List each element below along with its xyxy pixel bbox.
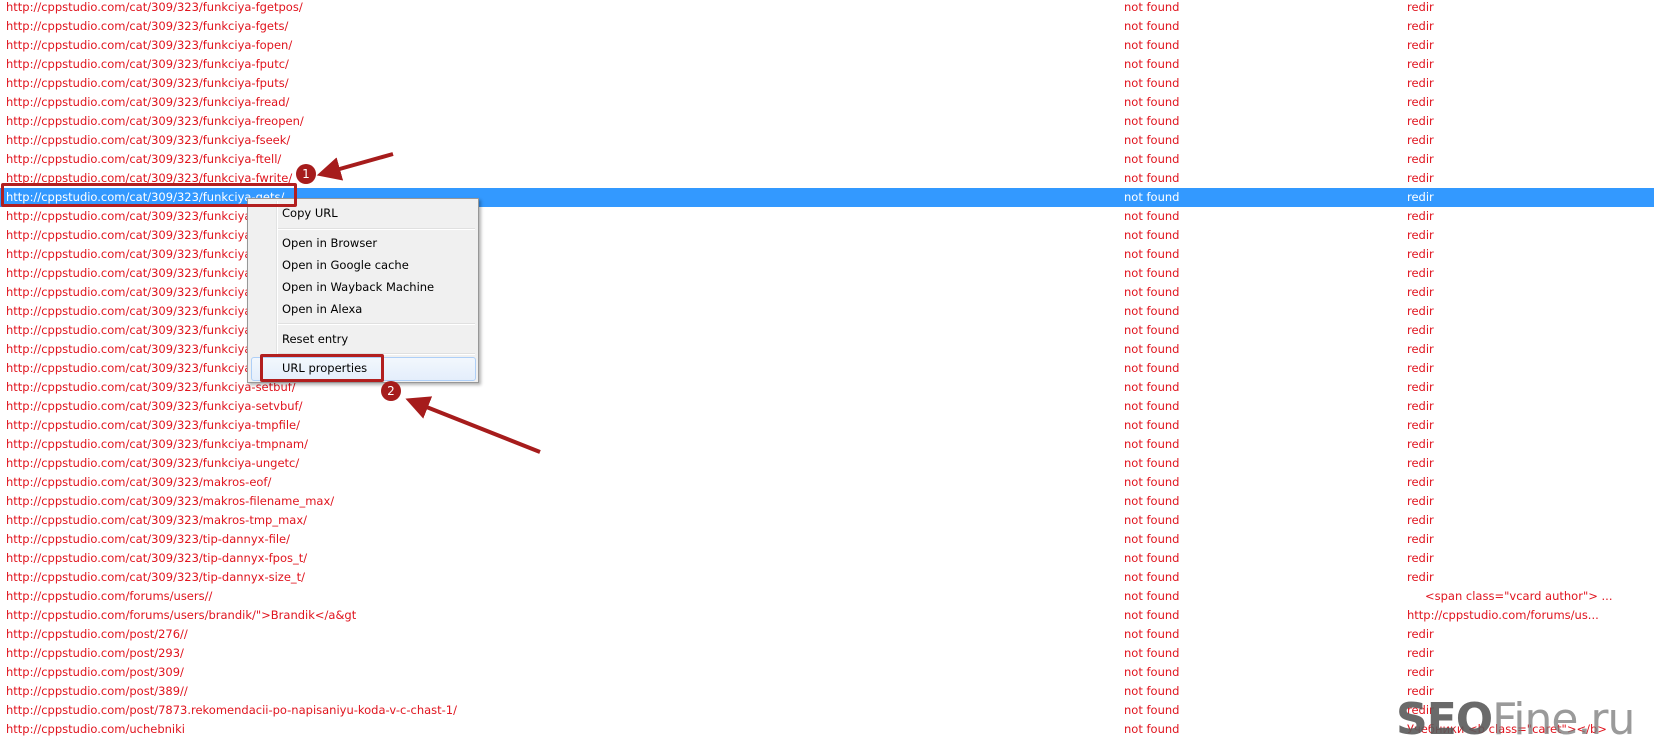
arrow-icon bbox=[405, 396, 541, 454]
annotation-arrows bbox=[316, 152, 541, 454]
watermark-logo: SEOFine.ru bbox=[1396, 694, 1635, 745]
step-badge-2: 2 bbox=[381, 381, 401, 401]
arrow-icon bbox=[316, 152, 394, 181]
step-badge-1: 1 bbox=[296, 164, 316, 184]
